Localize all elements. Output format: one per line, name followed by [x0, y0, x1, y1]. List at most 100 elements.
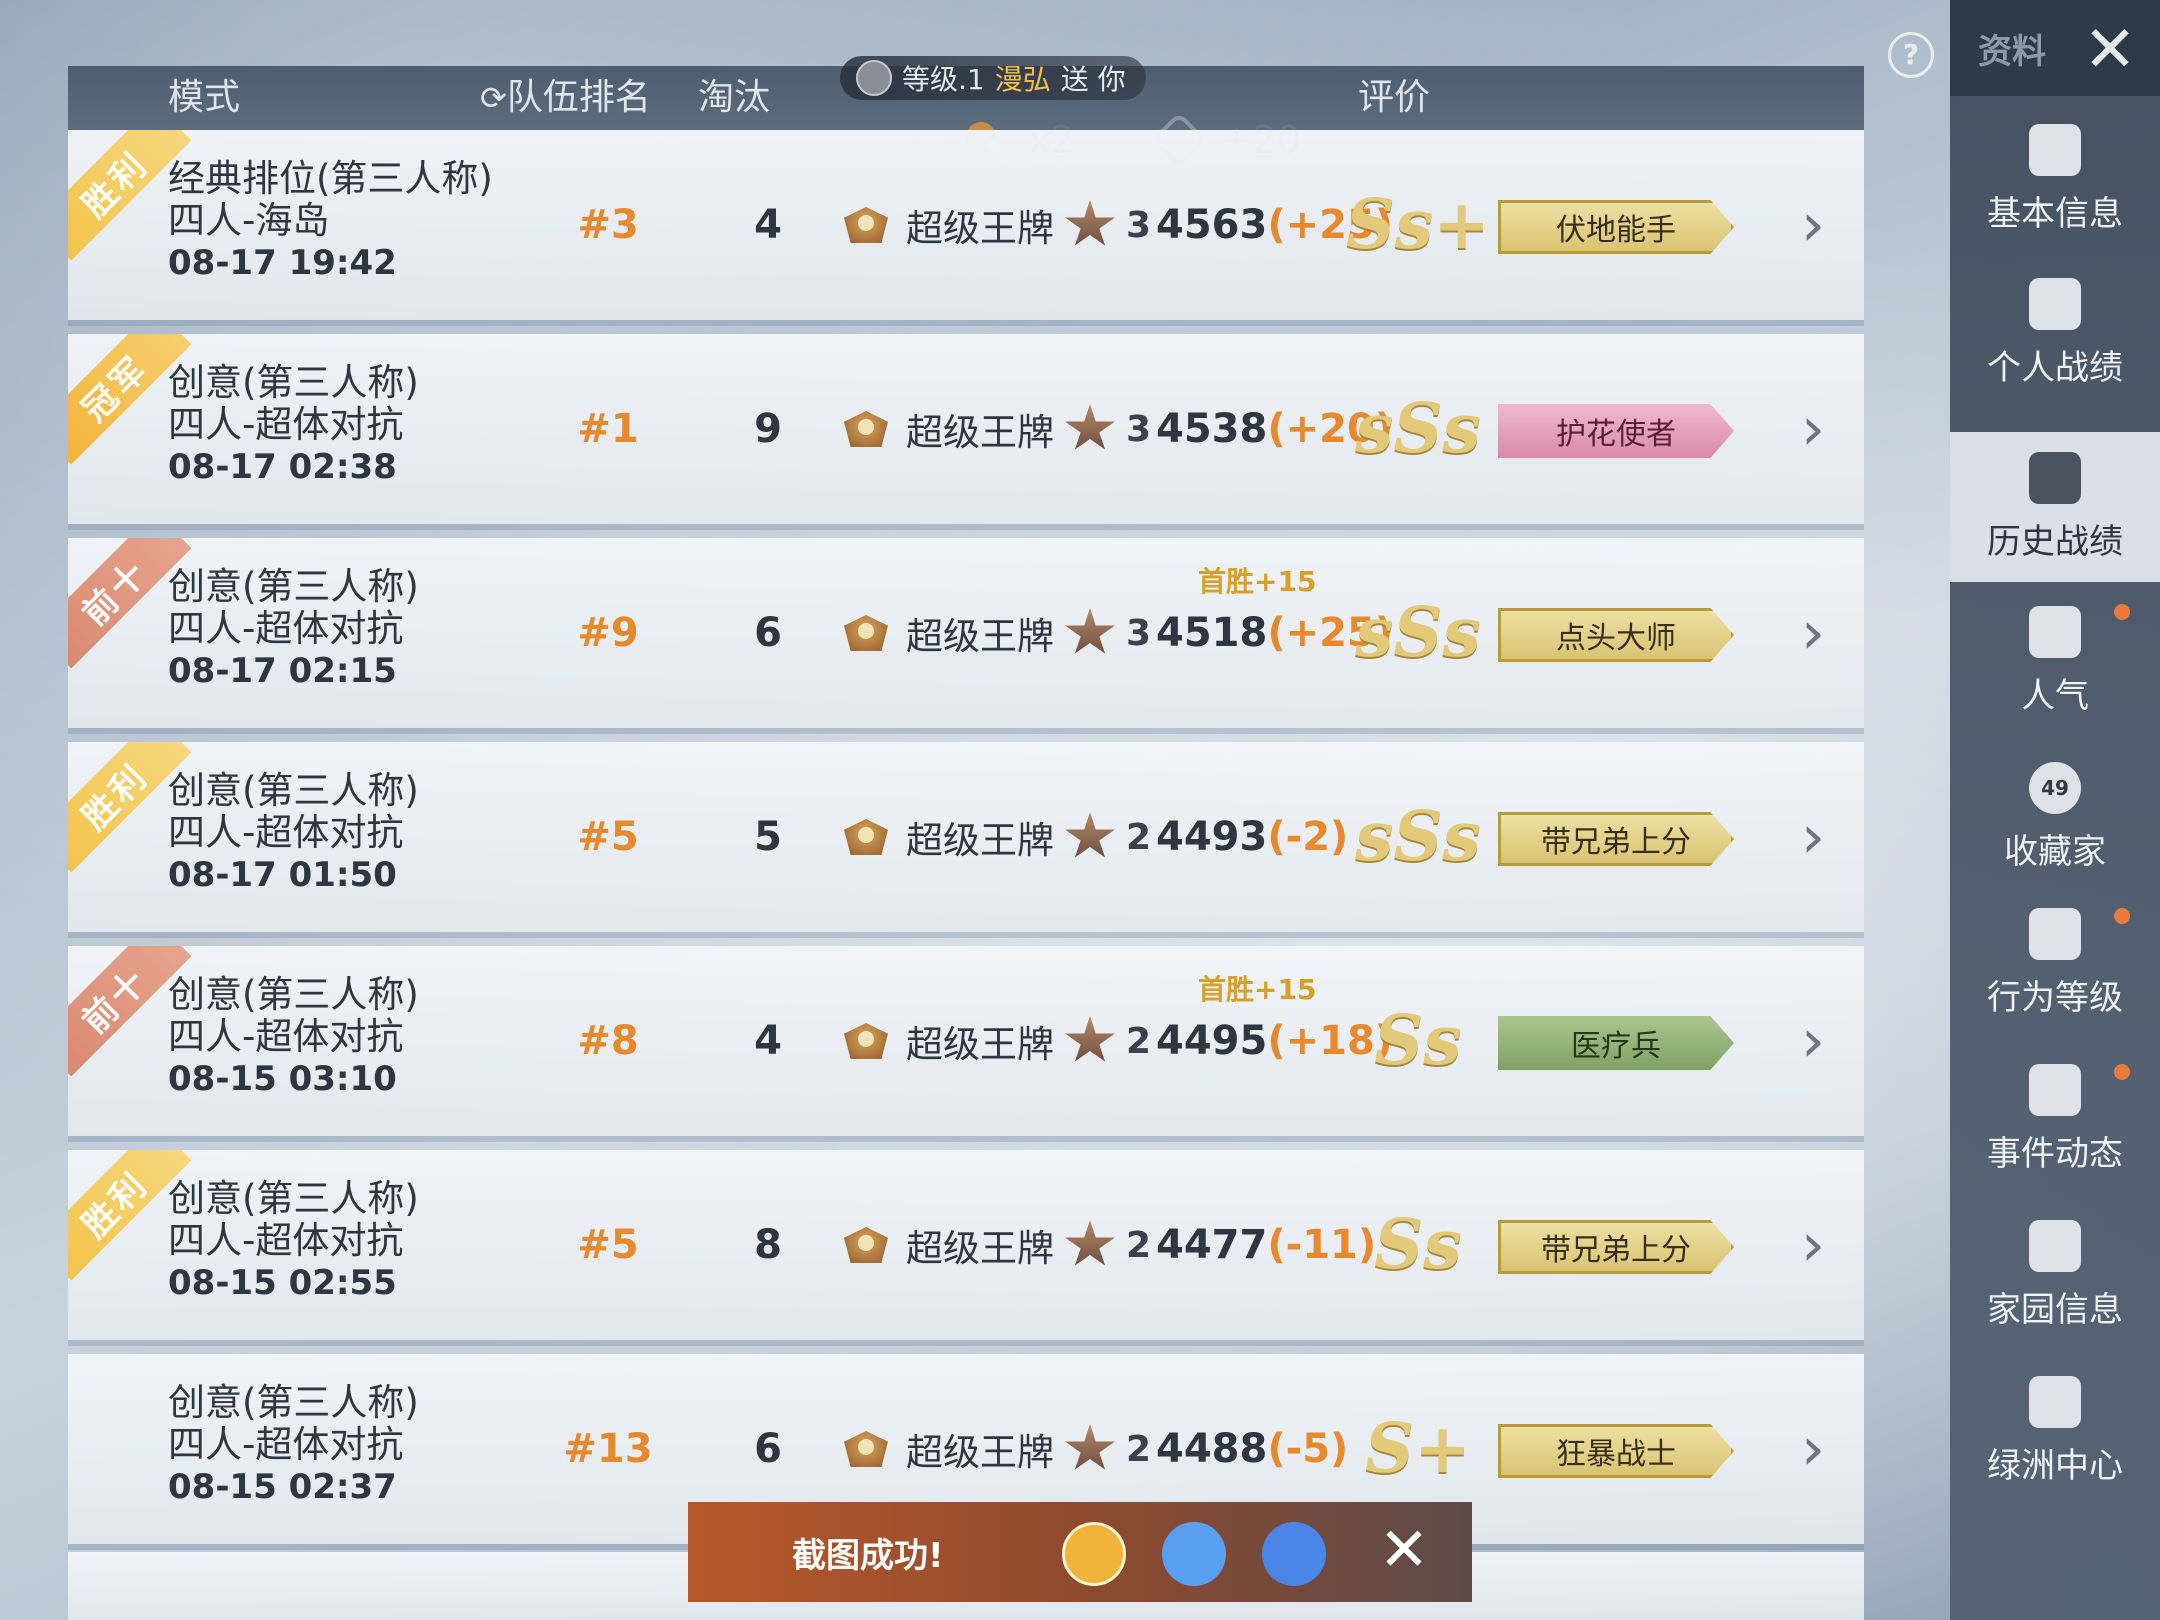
match-time: 08-15 02:55 — [168, 1263, 397, 1303]
column-header-rank-label: 队伍排名 — [506, 77, 651, 118]
rank-score: 4493(-2) — [1156, 742, 1348, 932]
collector-count: 49 — [2041, 775, 2069, 800]
tier-stars: 3 — [1126, 408, 1152, 450]
tier-stars: 3 — [1126, 612, 1152, 654]
team-rank: #5 — [577, 814, 639, 860]
chevron-right-icon[interactable]: › — [1788, 742, 1838, 932]
help-icon[interactable]: ? — [1888, 32, 1934, 78]
team-rank: #5 — [577, 1222, 639, 1268]
star-icon — [1065, 1424, 1115, 1470]
table-row[interactable]: 前十 创意(第三人称) 四人-超体对抗 08-15 03:10 #8 4 超级王牌 2 首胜+1… — [68, 946, 1864, 1136]
sidebar-item-label: 绿洲中心 — [1987, 1445, 2123, 1486]
mode-name: 创意(第三人称) — [168, 1177, 419, 1220]
level-icon — [856, 60, 892, 96]
tier-stars: 2 — [1126, 1224, 1152, 1266]
chevron-right-icon[interactable]: › — [1788, 334, 1838, 524]
tier-badge-icon — [838, 203, 896, 247]
share-qq-icon[interactable] — [1162, 1522, 1226, 1586]
sidebar-item-collector[interactable]: 49 收藏家 — [1950, 742, 2160, 892]
tier: 超级王牌 3 — [838, 130, 1151, 320]
tier-badge-icon — [838, 1223, 896, 1267]
star-icon — [1065, 404, 1115, 450]
mode-sub: 四人-超体对抗 — [168, 403, 404, 446]
star-icon — [1065, 608, 1115, 654]
tier: 超级王牌 2 — [838, 1150, 1151, 1340]
team-rank: #9 — [577, 610, 639, 656]
kills: 4 — [754, 202, 782, 248]
sidebar-item-oasis[interactable]: 绿洲中心 — [1950, 1356, 2160, 1506]
mode-sub: 四人-超体对抗 — [168, 1219, 404, 1262]
event-note-icon — [2029, 1063, 2081, 1116]
score-value: 4563 — [1156, 202, 1268, 248]
tier-name: 超级王牌 — [906, 1431, 1054, 1474]
match-time: 08-17 02:38 — [168, 447, 397, 487]
tier-stars: 2 — [1126, 1020, 1152, 1062]
star-icon — [1065, 1220, 1115, 1266]
table-row[interactable]: 冠军 创意(第三人称) 四人-超体对抗 08-17 02:38 #1 9 超级王牌 3 4538… — [68, 334, 1864, 524]
match-title-badge[interactable]: 伏地能手 — [1498, 200, 1734, 254]
team-rank: #1 — [577, 406, 639, 452]
gift-send-text: 送 你 — [1060, 63, 1126, 96]
sidebar: 资料 ✕ 基本信息 个人战绩 历史战绩 人气 49 收藏家 行为等级 事件动态 … — [1950, 0, 2160, 1620]
tier-badge-icon — [838, 815, 896, 859]
table-row[interactable]: 胜利 创意(第三人称) 四人-超体对抗 08-17 01:50 #5 5 超级王牌 2 4493… — [68, 742, 1864, 932]
sidebar-title: 资料 — [1978, 32, 2046, 72]
star-icon — [1065, 1016, 1115, 1062]
star-icon — [1065, 812, 1115, 858]
tier-name: 超级王牌 — [906, 207, 1054, 250]
chevron-right-icon[interactable]: › — [1788, 1150, 1838, 1340]
chevron-right-icon[interactable]: › — [1788, 130, 1838, 320]
match-time: 08-17 01:50 — [168, 855, 397, 895]
match-mode: 创意(第三人称) 四人-超体对抗 08-15 03:10 — [168, 974, 419, 1100]
chevron-right-icon[interactable]: › — [1788, 538, 1838, 728]
toast-close-icon[interactable]: ✕ — [1372, 1518, 1436, 1582]
popularity-icon — [2029, 605, 2081, 658]
sidebar-item-label: 收藏家 — [2004, 831, 2106, 872]
kills: 8 — [754, 1222, 782, 1268]
gift-sender-name: 漫弘 — [994, 63, 1051, 96]
match-mode: 创意(第三人称) 四人-超体对抗 08-15 02:55 — [168, 1178, 419, 1304]
tier: 超级王牌 2 — [838, 946, 1151, 1136]
sidebar-item-label: 家园信息 — [1987, 1289, 2123, 1330]
column-header-rank[interactable]: ⟳队伍排名 — [480, 66, 651, 130]
score-value: 4518 — [1156, 610, 1268, 656]
mode-name: 创意(第三人称) — [168, 565, 419, 608]
sidebar-item-label: 行为等级 — [1987, 977, 2123, 1018]
match-mode: 创意(第三人称) 四人-超体对抗 08-15 02:37 — [168, 1382, 419, 1508]
grade-rating: Ss+ — [1345, 185, 1491, 265]
mode-sub: 四人-超体对抗 — [168, 1015, 404, 1058]
stats-chart-icon — [2029, 277, 2081, 330]
gift-notification: 等级.1 漫弘 送 你 — [840, 56, 1146, 100]
sidebar-item-home[interactable]: 家园信息 — [1950, 1200, 2160, 1350]
table-row[interactable]: 前十 创意(第三人称) 四人-超体对抗 08-17 02:15 #9 6 超级王牌 3 首胜+1… — [68, 538, 1864, 728]
team-rank: #13 — [563, 1426, 653, 1472]
close-icon[interactable]: ✕ — [2078, 18, 2142, 82]
chevron-right-icon[interactable]: › — [1788, 946, 1838, 1136]
tier-badge-icon — [838, 1427, 896, 1471]
tier-badge-icon — [838, 407, 896, 451]
match-title-badge[interactable]: 狂暴战士 — [1498, 1424, 1734, 1478]
match-title-badge[interactable]: 带兄弟上分 — [1498, 1220, 1734, 1274]
mode-sub: 四人-超体对抗 — [168, 1423, 404, 1466]
share-wechat-moments-icon[interactable] — [1062, 1522, 1126, 1586]
match-title-badge[interactable]: 带兄弟上分 — [1498, 812, 1734, 866]
match-time: 08-17 02:15 — [168, 651, 397, 691]
sidebar-item-basic-info[interactable]: 基本信息 — [1950, 104, 2160, 254]
mode-sub: 四人-超体对抗 — [168, 811, 404, 854]
tier-name: 超级王牌 — [906, 819, 1054, 862]
team-rank: #8 — [577, 1018, 639, 1064]
match-title-badge[interactable]: 点头大师 — [1498, 608, 1734, 662]
share-qzone-icon[interactable] — [1262, 1522, 1326, 1586]
table-row[interactable]: 胜利 创意(第三人称) 四人-超体对抗 08-15 02:55 #5 8 超级王牌 2 4477… — [68, 1150, 1864, 1340]
match-title-badge[interactable]: 医疗兵 — [1498, 1016, 1734, 1070]
team-rank: #3 — [577, 202, 639, 248]
table-row[interactable]: 胜利 经典排位(第三人称) 四人-海岛 08-17 19:42 #3 4 超级王牌 3 4563… — [68, 130, 1864, 320]
sidebar-item-personal-stats[interactable]: 个人战绩 — [1950, 258, 2160, 408]
level-label: 等级.1 — [902, 63, 985, 96]
match-time: 08-15 02:37 — [168, 1467, 397, 1507]
chevron-right-icon[interactable]: › — [1788, 1354, 1838, 1544]
tier-stars: 2 — [1126, 816, 1152, 858]
sidebar-item-match-history[interactable]: 历史战绩 — [1950, 432, 2160, 582]
kills: 4 — [754, 1018, 782, 1064]
match-title-badge[interactable]: 护花使者 — [1498, 404, 1734, 458]
